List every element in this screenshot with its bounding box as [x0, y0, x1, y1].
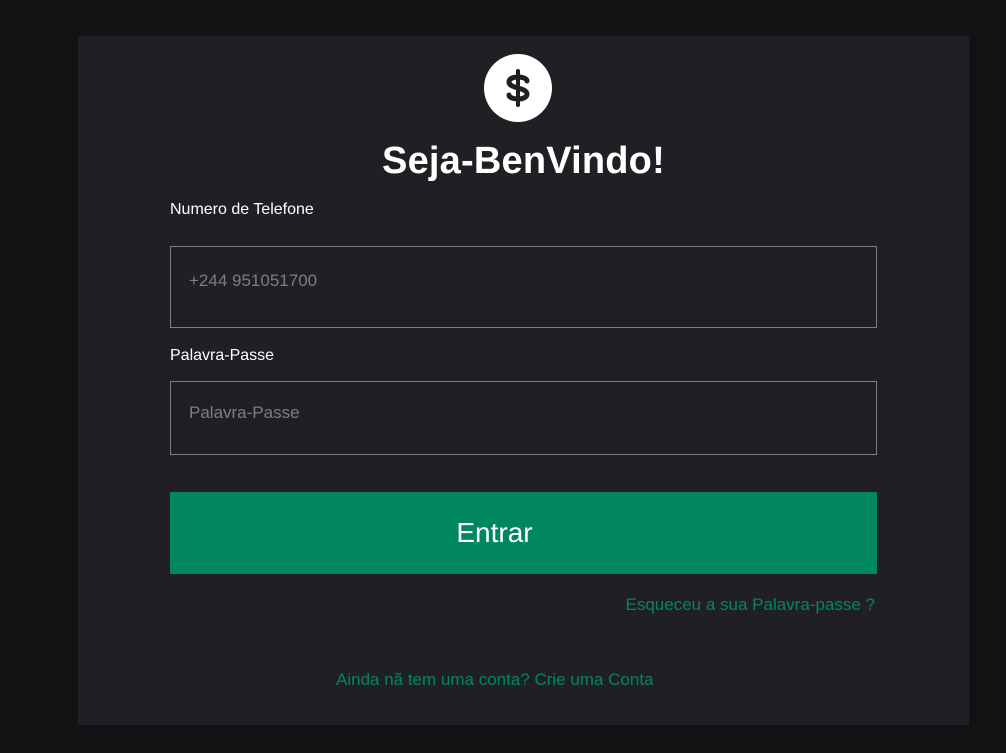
forgot-password-link[interactable]: Esqueceu a sua Palavra-passe ? — [626, 594, 876, 616]
login-button[interactable]: Entrar — [170, 492, 877, 574]
password-label: Palavra-Passe — [170, 347, 275, 364]
phone-input[interactable] — [170, 246, 877, 328]
page-title: Seja-BenVindo! — [382, 140, 665, 182]
login-card: Seja-BenVindo! Numero de Telefone Palavr… — [78, 36, 969, 725]
password-input[interactable] — [170, 381, 877, 455]
signup-link[interactable]: Ainda nã tem uma conta? Crie uma Conta — [336, 669, 654, 691]
dollar-sign-icon — [498, 68, 538, 108]
phone-label: Numero de Telefone — [170, 201, 314, 218]
logo — [484, 54, 552, 122]
